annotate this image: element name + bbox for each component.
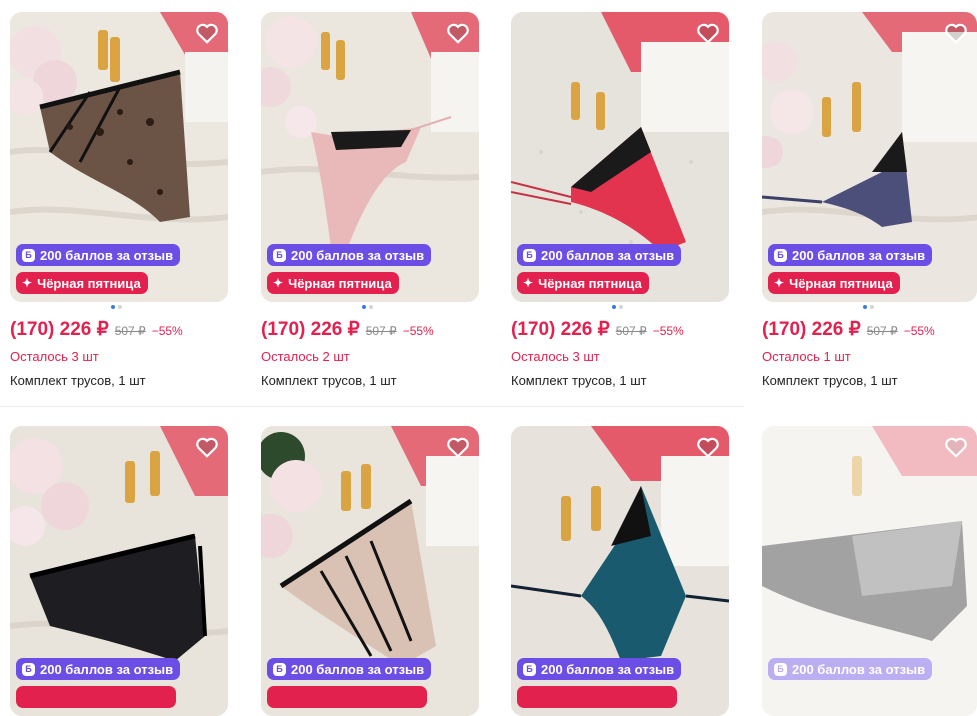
- points-coin-icon: Б: [774, 248, 787, 262]
- review-points-badge: Б 200 баллов за отзыв: [267, 658, 432, 680]
- product-name[interactable]: Комплект трусов, 1 шт: [762, 373, 898, 388]
- current-price: (170) 226 ₽: [511, 319, 610, 340]
- favorite-heart-icon[interactable]: [695, 20, 721, 46]
- image-carousel-dots[interactable]: [863, 305, 874, 309]
- review-points-badge: Б 200 баллов за отзыв: [517, 658, 682, 680]
- stock-left: Осталось 3 шт: [10, 349, 99, 364]
- sparkle-icon: ✦: [273, 276, 284, 290]
- discount-label: −55%: [903, 324, 935, 338]
- promo-badge: [517, 686, 677, 708]
- promo-badge: [16, 686, 176, 708]
- current-price: (170) 226 ₽: [10, 319, 109, 340]
- price-row: (170) 226 ₽ 507 ₽ −55%: [261, 318, 434, 341]
- review-points-badge: Б 200 баллов за отзыв: [517, 244, 682, 266]
- promo-badge: [267, 686, 427, 708]
- product-image[interactable]: Б 200 баллов за отзыв ✦ Чёрная пятница: [261, 12, 479, 302]
- product-name[interactable]: Комплект трусов, 1 шт: [10, 373, 146, 388]
- stock-left: Осталось 2 шт: [261, 349, 350, 364]
- row-divider: [0, 406, 744, 407]
- price-row: (170) 226 ₽ 507 ₽ −55%: [10, 318, 183, 341]
- favorite-heart-icon[interactable]: [194, 20, 220, 46]
- old-price: 507 ₽: [866, 324, 898, 338]
- product-name[interactable]: Комплект трусов, 1 шт: [261, 373, 397, 388]
- old-price: 507 ₽: [615, 324, 647, 338]
- discount-label: −55%: [151, 324, 183, 338]
- points-coin-icon: Б: [774, 662, 787, 676]
- favorite-heart-icon[interactable]: [445, 434, 471, 460]
- product-image[interactable]: Б 200 баллов за отзыв: [10, 426, 228, 716]
- review-points-badge: Б 200 баллов за отзыв: [16, 244, 181, 266]
- sparkle-icon: ✦: [22, 276, 33, 290]
- image-carousel-dots[interactable]: [612, 305, 623, 309]
- old-price: 507 ₽: [365, 324, 397, 338]
- image-carousel-dots[interactable]: [362, 305, 373, 309]
- points-coin-icon: Б: [22, 662, 35, 676]
- black-friday-badge: ✦ Чёрная пятница: [517, 272, 649, 294]
- product-image[interactable]: Б 200 баллов за отзыв: [762, 426, 977, 716]
- discount-label: −55%: [402, 324, 434, 338]
- points-coin-icon: Б: [273, 248, 286, 262]
- current-price: (170) 226 ₽: [261, 319, 360, 340]
- current-price: (170) 226 ₽: [762, 319, 861, 340]
- image-carousel-dots[interactable]: [111, 305, 122, 309]
- stock-left: Осталось 3 шт: [511, 349, 600, 364]
- product-image[interactable]: Б 200 баллов за отзыв ✦ Чёрная пятница: [511, 12, 729, 302]
- favorite-heart-icon[interactable]: [445, 20, 471, 46]
- points-coin-icon: Б: [22, 248, 35, 262]
- old-price: 507 ₽: [114, 324, 146, 338]
- sparkle-icon: ✦: [523, 276, 534, 290]
- points-coin-icon: Б: [523, 248, 536, 262]
- sparkle-icon: ✦: [774, 276, 785, 290]
- product-image[interactable]: Б 200 баллов за отзыв: [511, 426, 729, 716]
- black-friday-badge: ✦ Чёрная пятница: [16, 272, 148, 294]
- review-points-badge: Б 200 баллов за отзыв: [768, 658, 933, 680]
- stock-left: Осталось 1 шт: [762, 349, 851, 364]
- black-friday-badge: ✦ Чёрная пятница: [267, 272, 399, 294]
- review-points-badge: Б 200 баллов за отзыв: [267, 244, 432, 266]
- favorite-heart-icon[interactable]: [943, 434, 969, 460]
- price-row: (170) 226 ₽ 507 ₽ −55%: [511, 318, 684, 341]
- price-row: (170) 226 ₽ 507 ₽ −55%: [762, 318, 935, 341]
- points-coin-icon: Б: [273, 662, 286, 676]
- points-coin-icon: Б: [523, 662, 536, 676]
- discount-label: −55%: [652, 324, 684, 338]
- product-image[interactable]: Б 200 баллов за отзыв ✦ Чёрная пятница: [10, 12, 228, 302]
- favorite-heart-icon[interactable]: [943, 20, 969, 46]
- product-name[interactable]: Комплект трусов, 1 шт: [511, 373, 647, 388]
- review-points-badge: Б 200 баллов за отзыв: [16, 658, 181, 680]
- black-friday-badge: ✦ Чёрная пятница: [768, 272, 900, 294]
- favorite-heart-icon[interactable]: [695, 434, 721, 460]
- review-points-badge: Б 200 баллов за отзыв: [768, 244, 933, 266]
- favorite-heart-icon[interactable]: [194, 434, 220, 460]
- product-image[interactable]: Б 200 баллов за отзыв ✦ Чёрная пятница: [762, 12, 977, 302]
- product-image[interactable]: Б 200 баллов за отзыв: [261, 426, 479, 716]
